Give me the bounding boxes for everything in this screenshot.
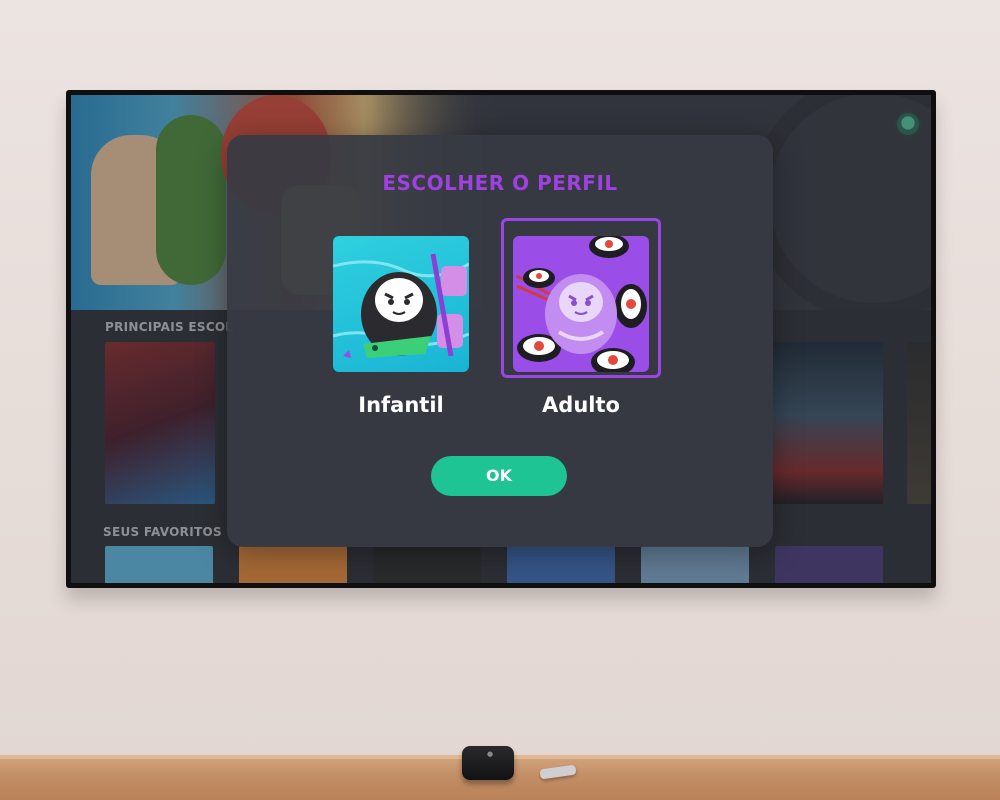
daruma-adult-sushi-avatar-icon (516, 236, 647, 372)
device-logo-icon: ● (487, 750, 494, 758)
profile-card-adulto[interactable] (513, 236, 649, 372)
dialog-title: ESCOLHER O PERFIL (382, 171, 618, 195)
profile-label-adulto: Adulto (542, 393, 620, 417)
tv-screen: PRINCIPAIS ESCOL SEUS FAVORITOS ESCOLHER… (71, 95, 931, 583)
daruma-kid-avatar-icon (333, 253, 469, 358)
profile-select-dialog: ESCOLHER O PERFIL Infantil Adulto OK (227, 135, 773, 547)
ok-button[interactable]: OK (431, 456, 567, 496)
profile-card-infantil[interactable] (333, 236, 469, 372)
profile-label-infantil: Infantil (358, 393, 444, 417)
